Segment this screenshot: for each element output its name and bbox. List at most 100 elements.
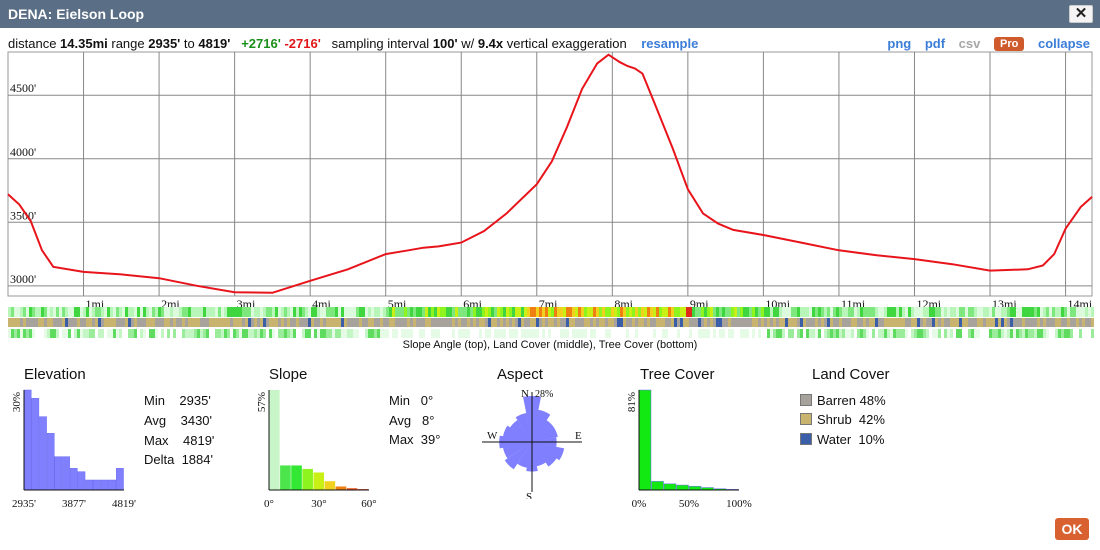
slope-strip-cell xyxy=(578,307,581,317)
land-strip-cell xyxy=(497,318,500,327)
slope-strip-cell xyxy=(245,307,248,317)
tree-strip-cell xyxy=(533,329,536,338)
tree-strip-cell xyxy=(407,329,410,338)
land-strip-cell xyxy=(245,318,248,327)
land-strip-cell xyxy=(287,318,290,327)
land-strip-cell xyxy=(833,318,836,327)
tree-strip-cell xyxy=(233,329,236,338)
tree-strip-cell xyxy=(197,329,200,338)
slope-strip-cell xyxy=(674,307,677,317)
resample-link[interactable]: resample xyxy=(641,36,698,51)
slope-strip-cell xyxy=(575,307,578,317)
slope-strip-cell xyxy=(677,307,680,317)
slope-strip-cell xyxy=(680,307,683,317)
land-strip-cell xyxy=(713,318,716,327)
tree-strip-cell xyxy=(965,329,968,338)
slope-strip-cell xyxy=(998,307,1001,317)
tree-strip-cell xyxy=(764,329,767,338)
land-strip-cell xyxy=(995,318,998,327)
land-strip-cell xyxy=(470,318,473,327)
land-strip-cell xyxy=(1016,318,1019,327)
land-strip-cell xyxy=(668,318,671,327)
tree-strip-cell xyxy=(962,329,965,338)
slope-strip-cell xyxy=(617,307,620,317)
tree-strip-cell xyxy=(572,329,575,338)
close-button[interactable]: ✕ xyxy=(1069,5,1093,23)
tree-strip-cell xyxy=(1031,329,1034,338)
slope-strip-cell xyxy=(857,307,860,317)
tree-strip-cell xyxy=(683,329,686,338)
tree-strip-cell xyxy=(602,329,605,338)
slope-strip-cell xyxy=(824,307,827,317)
slope-strip-cell xyxy=(1076,307,1079,317)
barren-swatch xyxy=(800,394,812,406)
tree-strip-cell xyxy=(803,329,806,338)
slope-strip-cell xyxy=(350,307,353,317)
tree-strip-cell xyxy=(539,329,542,338)
slope-strip-cell xyxy=(176,307,179,317)
land-strip-cell xyxy=(638,318,641,327)
pro-badge[interactable]: Pro xyxy=(994,37,1025,51)
pdf-link[interactable]: pdf xyxy=(925,36,945,51)
png-link[interactable]: png xyxy=(887,36,911,51)
tree-strip-cell xyxy=(944,329,947,338)
slope-strip-cell xyxy=(1052,307,1055,317)
land-strip-cell xyxy=(152,318,155,327)
slope-strip-cell xyxy=(38,307,41,317)
slope-strip-cell xyxy=(191,307,194,317)
slope-strip-cell xyxy=(146,307,149,317)
land-strip-cell xyxy=(59,318,62,327)
tree-strip-cell xyxy=(497,329,500,338)
land-strip-cell xyxy=(185,318,188,327)
land-strip-cell xyxy=(215,318,218,327)
slope-strip-cell xyxy=(143,307,146,317)
land-strip-cell xyxy=(293,318,296,327)
tree-strip-cell xyxy=(455,329,458,338)
ok-button[interactable]: OK xyxy=(1055,518,1089,540)
land-strip-cell xyxy=(758,318,761,327)
profile-frame xyxy=(7,51,1093,297)
tree-strip-cell xyxy=(149,329,152,338)
slope-strip-cell xyxy=(419,307,422,317)
tree-strip-cell xyxy=(425,329,428,338)
slope-strip-cell xyxy=(230,307,233,317)
tree-cover-histogram: 81% 0% 50% 100% xyxy=(626,389,752,510)
land-strip-cell xyxy=(605,318,608,327)
collapse-link[interactable]: collapse xyxy=(1038,36,1090,51)
tree-strip-cell xyxy=(914,329,917,338)
slope-strip-cell xyxy=(101,307,104,317)
slope-strip-cell xyxy=(161,307,164,317)
land-strip-cell xyxy=(449,318,452,327)
land-strip-cell xyxy=(620,318,623,327)
slope-strip-cell xyxy=(452,307,455,317)
tree-strip-cell xyxy=(143,329,146,338)
land-strip-cell xyxy=(164,318,167,327)
tree-strip-cell xyxy=(374,329,377,338)
tree-strip-cell xyxy=(641,329,644,338)
tree-strip-cell xyxy=(563,329,566,338)
slope-strip-cell xyxy=(911,307,914,317)
csv-link[interactable]: csv xyxy=(959,36,981,51)
slope-strip-cell xyxy=(551,307,554,317)
tree-strip-cell xyxy=(680,329,683,338)
tree-strip-cell xyxy=(80,329,83,338)
land-strip-cell xyxy=(110,318,113,327)
tree-strip-cell xyxy=(860,329,863,338)
land-strip-cell xyxy=(983,318,986,327)
land-strip-cell xyxy=(299,318,302,327)
slope-strip-cell xyxy=(395,307,398,317)
slope-strip-cell xyxy=(1028,307,1031,317)
slope-strip-cell xyxy=(629,307,632,317)
slope-strip-cell xyxy=(737,307,740,317)
tree-strip-cell xyxy=(167,329,170,338)
slope-strip-cell xyxy=(320,307,323,317)
land-strip-cell xyxy=(545,318,548,327)
profile-y-tick: 4500' xyxy=(10,81,36,95)
histogram-y-max-label: 81% xyxy=(626,392,638,412)
slope-strip-cell xyxy=(962,307,965,317)
slope-strip-cell xyxy=(878,307,881,317)
slope-strip-cell xyxy=(881,307,884,317)
tree-strip-cell xyxy=(845,329,848,338)
slope-strip-cell xyxy=(788,307,791,317)
slope-strip-cell xyxy=(593,307,596,317)
